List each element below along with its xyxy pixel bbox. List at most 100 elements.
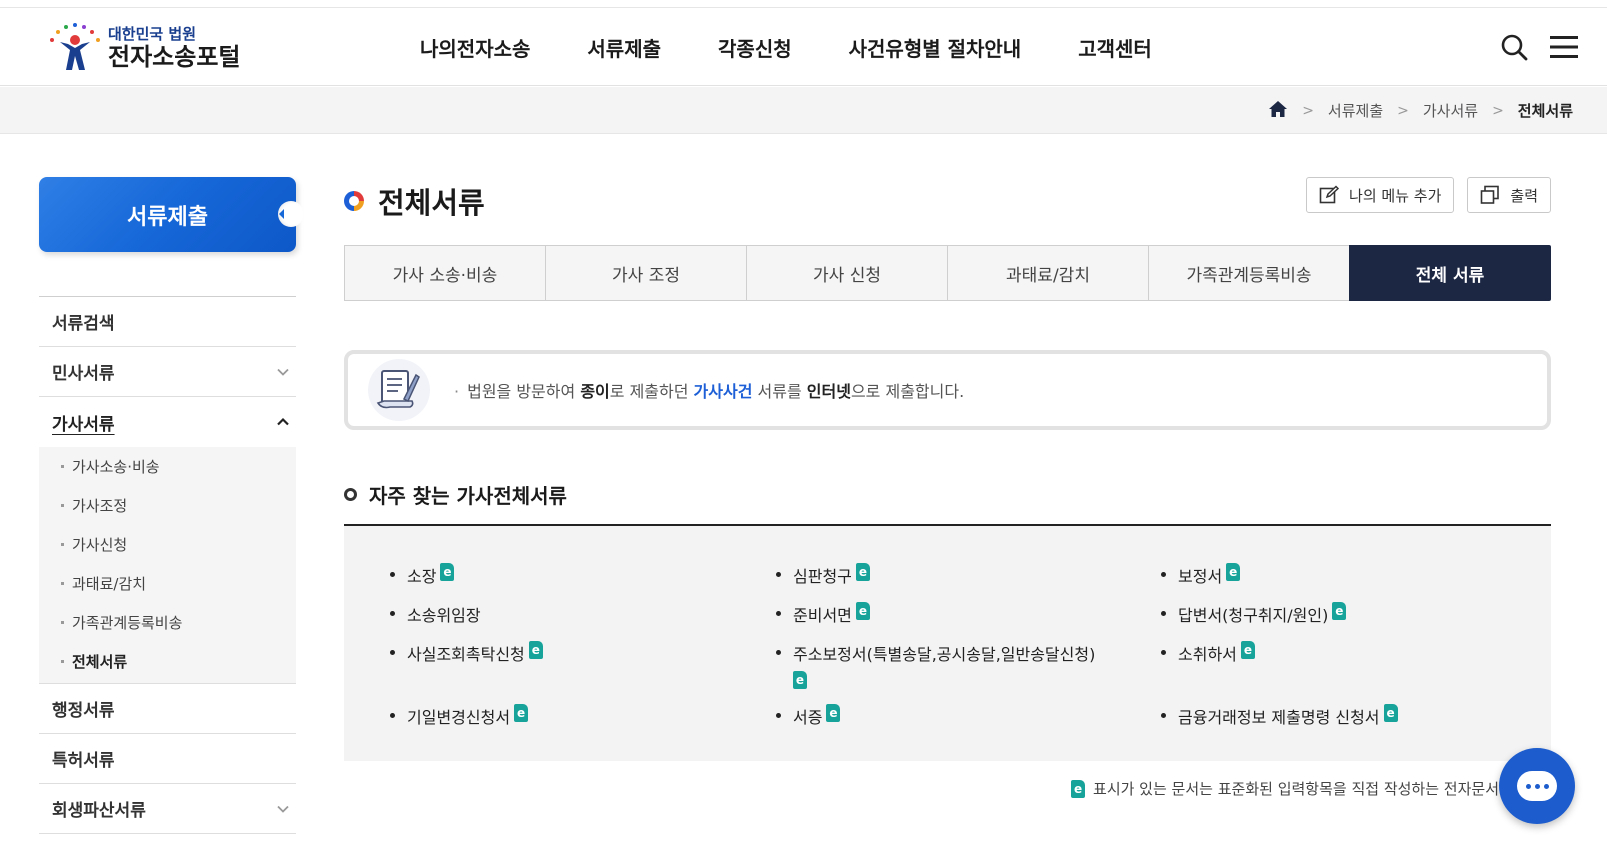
doc-link-trial-petition[interactable]: 심판청구 e [776,563,870,587]
submenu-item-family-application[interactable]: 가사신청 [39,525,296,564]
add-my-menu-button[interactable]: 나의 메뉴 추가 [1306,177,1455,213]
main-nav: 나의전자소송 서류제출 각종신청 사건유형별 절차안내 고객센터 [420,8,1209,86]
tab-family-application[interactable]: 가사 신청 [746,245,947,301]
logo-small-text: 대한민국 법원 [108,25,197,44]
breadcrumb-separator: > [1492,102,1504,119]
sidebar-item-rehabilitation-bankruptcy[interactable]: 회생파산서류 [39,784,296,834]
nav-my-ecourt[interactable]: 나의전자소송 [420,33,530,62]
submenu-item-label: 전체서류 [72,653,128,671]
doc-link-correction[interactable]: 보정서 e [1161,563,1241,587]
sidebar-submenu: 가사소송·비송 가사조정 가사신청 과태료/감치 가족관계등록비송 전체서류 [39,447,296,684]
nav-customer-center[interactable]: 고객센터 [1078,33,1152,62]
document-pen-icon [368,359,430,421]
search-icon[interactable] [1497,30,1531,64]
breadcrumb-item[interactable]: 가사서류 [1423,100,1478,121]
doc-link-financial-info-order[interactable]: 금융거래정보 제출명령 신청서 e [1161,704,1398,728]
e-document-icon: e [1383,704,1398,722]
print-button[interactable]: 출력 [1467,177,1551,213]
sidebar-item-patent[interactable]: 특허서류 [39,734,296,784]
doc-label: 심판청구 [793,567,852,586]
nav-document-submission[interactable]: 서류제출 [587,33,661,62]
home-icon[interactable] [1268,100,1288,122]
doc-link-complaint[interactable]: 소장 e [390,563,455,587]
e-document-icon: e [855,602,870,620]
breadcrumb-separator: > [1397,102,1409,119]
sidebar-item-label: 가사서류 [52,414,115,435]
category-tabs: 가사 소송·비송 가사 조정 가사 신청 과태료/감치 가족관계등록비송 전체 … [344,245,1551,301]
court-logo-icon [46,20,108,76]
doc-label: 소장 [407,567,437,586]
site-logo[interactable]: 대한민국 법원 전자소송포털 [46,20,276,76]
doc-label: 소송위임장 [407,606,481,625]
submenu-item-family-mediation[interactable]: 가사조정 [39,486,296,525]
logo-title: 전자소송포털 [108,42,241,71]
e-document-icon: e [1240,641,1255,659]
notice-bold-internet: 인터넷 [806,382,851,401]
breadcrumb-item[interactable]: 서류제출 [1328,100,1383,121]
notice-bold-paper: 종이 [580,382,610,401]
breadcrumb: > 서류제출 > 가사서류 > 전체서류 [1268,87,1573,134]
chatbot-button[interactable] [1499,748,1575,824]
sidebar-item-label: 민사서류 [52,364,115,384]
doc-link-address-correction[interactable]: 주소보정서(특별송달,공시송달,일반송달신청) e [776,641,1095,689]
submenu-item-label: 가사소송·비송 [72,458,160,476]
e-document-icon: e [826,704,841,722]
doc-label: 답변서(청구취지/원인) [1178,606,1329,625]
nav-applications[interactable]: 각종신청 [718,33,792,62]
add-my-menu-label: 나의 메뉴 추가 [1349,186,1442,205]
sidebar-collapse-handle[interactable] [278,201,304,227]
submenu-item-fine-detention[interactable]: 과태료/감치 [39,564,296,603]
e-document-icon: e [855,563,870,581]
section-title-text: 자주 찾는 가사전체서류 [369,484,567,508]
doc-link-withdrawal[interactable]: 소취하서 e [1161,641,1255,665]
title-ring-icon [344,191,364,211]
hamburger-menu-icon[interactable] [1547,30,1581,64]
print-icon [1481,185,1500,204]
sidebar-item-document-search[interactable]: 서류검색 [39,297,296,347]
nav-procedure-guide[interactable]: 사건유형별 절차안내 [849,33,1022,62]
page-title-text: 전체서류 [378,186,485,220]
notice-highlight: 가사사건 [693,382,753,401]
tab-all-documents[interactable]: 전체 서류 [1349,245,1551,301]
e-document-icon: e [1332,602,1347,620]
breadcrumb-separator: > [1302,102,1314,119]
doc-label: 서증 [793,708,823,727]
doc-label: 보정서 [1178,567,1223,586]
e-document-icon: e [1071,779,1086,798]
top-strip [0,0,1607,8]
edit-icon [1319,185,1340,204]
doc-link-fact-inquiry[interactable]: 사실조회촉탁신청 e [390,641,543,665]
doc-link-preparatory-brief[interactable]: 준비서면 e [776,602,870,626]
notice-part: 서류를 [752,382,807,401]
submenu-item-label: 가사조정 [72,497,128,515]
chevron-up-icon [277,417,289,426]
sidebar-item-label: 행정서류 [52,701,115,721]
sidebar-item-civil[interactable]: 민사서류 [39,347,296,397]
doc-link-evidence[interactable]: 서증 e [776,704,841,728]
breadcrumb-bar: > 서류제출 > 가사서류 > 전체서류 [0,87,1607,134]
e-document-icon: e [514,704,529,722]
sidebar-item-family[interactable]: 가사서류 [39,397,296,447]
tab-family-litigation[interactable]: 가사 소송·비송 [344,245,545,301]
submenu-item-all-documents[interactable]: 전체서류 [39,642,296,681]
e-document-icon: e [440,563,455,581]
submenu-item-family-litigation[interactable]: 가사소송·비송 [39,447,296,486]
sidebar-item-administrative[interactable]: 행정서류 [39,684,296,734]
notice-part: 법원을 방문하여 [467,382,581,401]
e-document-icon: e [528,641,543,659]
doc-link-answer[interactable]: 답변서(청구취지/원인) e [1161,602,1347,626]
info-notice: · 법원을 방문하여 종이로 제출하던 가사사건 서류를 인터넷으로 제출합니다. [344,350,1551,430]
doc-link-date-change[interactable]: 기일변경신청서 e [390,704,529,728]
submenu-item-family-registration[interactable]: 가족관계등록비송 [39,603,296,642]
breadcrumb-current: 전체서류 [1517,102,1573,120]
tab-family-mediation[interactable]: 가사 조정 [545,245,746,301]
tab-family-registration[interactable]: 가족관계등록비송 [1148,245,1349,301]
e-document-icon: e [793,671,807,689]
doc-label: 기일변경신청서 [407,708,511,727]
print-label: 출력 [1510,186,1538,205]
frequent-documents-list: 소장 e 심판청구 e 보정서 e 소송위임장 준비서면 e 답변서(청구취지/원인) e… [344,526,1551,761]
tab-fine-detention[interactable]: 과태료/감치 [947,245,1148,301]
ring-bullet-icon [344,488,357,501]
doc-link-power-of-attorney[interactable]: 소송위임장 [390,602,481,626]
doc-label: 사실조회촉탁신청 [407,645,525,664]
